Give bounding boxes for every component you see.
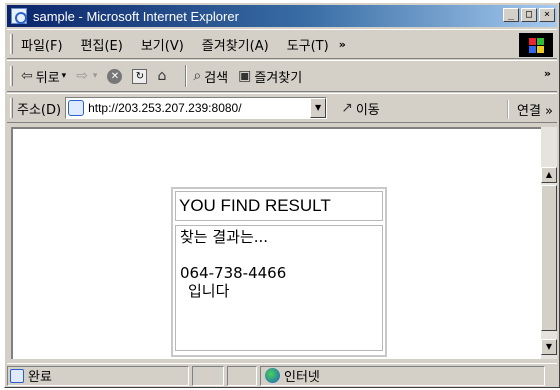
back-dropdown-icon[interactable]: ▾	[62, 71, 67, 81]
go-label: 이동	[355, 102, 380, 118]
windows-logo-icon	[519, 33, 553, 57]
status-zone-cell: 인터넷	[260, 365, 545, 386]
menu-tools[interactable]: 도구(T)	[287, 35, 329, 54]
address-label: 주소(D)	[17, 102, 62, 118]
toolbar-overflow-chevron-icon[interactable]: »	[544, 67, 551, 80]
toolbar-grip[interactable]	[10, 66, 13, 86]
internet-zone-icon	[265, 368, 280, 383]
address-bar: 주소(D) http://203.253.207.239:8080/ ▼ ↗ 이…	[7, 93, 557, 123]
back-arrow-icon: ⇦	[21, 68, 33, 84]
result-title: YOU FIND RESULT	[175, 191, 383, 221]
minimize-button[interactable]: _	[503, 8, 519, 22]
refresh-button[interactable]: ↻	[132, 68, 148, 84]
menubar-grip[interactable]	[10, 34, 13, 54]
addressbar-grip[interactable]	[10, 98, 13, 118]
status-progress-cell	[192, 365, 224, 386]
back-label: 뒤로	[35, 70, 60, 86]
page-done-icon	[10, 368, 24, 383]
go-arrow-icon: ↗	[341, 100, 353, 116]
result-suffix: 입니다	[188, 282, 230, 300]
menu-file[interactable]: 파일(F)	[21, 35, 63, 54]
status-bar: 완료 인터넷	[7, 363, 557, 387]
go-button[interactable]: ↗ 이동	[341, 99, 380, 118]
refresh-icon: ↻	[132, 68, 148, 84]
page-favicon-icon	[68, 100, 85, 116]
search-icon: ⌕	[193, 68, 202, 84]
search-button[interactable]: ⌕ 검색	[193, 67, 228, 86]
favorites-button[interactable]: ▣ 즐겨찾기	[238, 67, 302, 86]
menubar-overflow-chevron-icon[interactable]: »	[339, 38, 346, 51]
home-icon: ⌂	[157, 68, 167, 84]
standard-toolbar: ⇦ 뒤로 ▾ ⇨ ▾ ✕ ↻ ⌂ ⌕ 검색 ▣ 즐겨찾기 »	[7, 60, 557, 92]
status-text: 완료	[28, 370, 52, 385]
search-label: 검색	[204, 70, 229, 86]
address-url[interactable]: http://203.253.207.239:8080/	[88, 101, 241, 115]
window-controls: _ □ ×	[503, 8, 555, 22]
scroll-thumb[interactable]	[541, 185, 557, 331]
menu-view[interactable]: 보기(V)	[141, 35, 184, 54]
result-phone: 064-738-4466	[180, 264, 287, 282]
zone-label: 인터넷	[284, 370, 320, 385]
toolbar-separator	[185, 65, 188, 87]
vertical-scrollbar[interactable]: ▲ ▼	[541, 127, 557, 359]
address-input[interactable]: http://203.253.207.239:8080/ ▼	[65, 97, 328, 119]
browser-window: sample - Microsoft Internet Explorer _ □…	[4, 2, 560, 388]
scroll-down-icon[interactable]: ▼	[541, 339, 557, 355]
page-content: YOU FIND RESULT 찾는 결과는... 064-738-4466 입…	[11, 127, 541, 359]
result-body: 찾는 결과는... 064-738-4466 입니다	[175, 225, 383, 351]
status-cell: 완료	[7, 365, 189, 386]
close-button[interactable]: ×	[539, 8, 555, 22]
menu-favorites[interactable]: 즐겨찾기(A)	[202, 35, 269, 54]
result-frame: YOU FIND RESULT 찾는 결과는... 064-738-4466 입…	[171, 187, 387, 357]
ie-logo-icon	[11, 8, 27, 24]
menu-bar: 파일(F) 편집(E) 보기(V) 즐겨찾기(A) 도구(T) »	[7, 29, 557, 59]
result-intro: 찾는 결과는...	[180, 228, 269, 246]
title-bar[interactable]: sample - Microsoft Internet Explorer _ □…	[7, 5, 557, 27]
address-dropdown-icon[interactable]: ▼	[310, 98, 327, 118]
favorites-label: 즐겨찾기	[254, 70, 303, 86]
home-button[interactable]: ⌂	[157, 68, 169, 84]
status-cell-empty	[227, 365, 257, 386]
maximize-button[interactable]: □	[521, 8, 537, 22]
window-title: sample - Microsoft Internet Explorer	[33, 8, 239, 24]
links-button[interactable]: 연결 »	[506, 100, 553, 119]
menu-edit[interactable]: 편집(E)	[81, 35, 123, 54]
forward-arrow-icon: ⇨	[76, 68, 88, 84]
favorites-icon: ▣	[238, 68, 252, 84]
stop-icon: ✕	[107, 68, 123, 84]
forward-dropdown-icon[interactable]: ▾	[93, 71, 98, 81]
scroll-up-icon[interactable]: ▲	[541, 167, 557, 183]
forward-button[interactable]: ⇨ ▾	[76, 68, 97, 84]
back-button[interactable]: ⇦ 뒤로 ▾	[21, 67, 66, 86]
stop-button[interactable]: ✕	[107, 68, 123, 84]
